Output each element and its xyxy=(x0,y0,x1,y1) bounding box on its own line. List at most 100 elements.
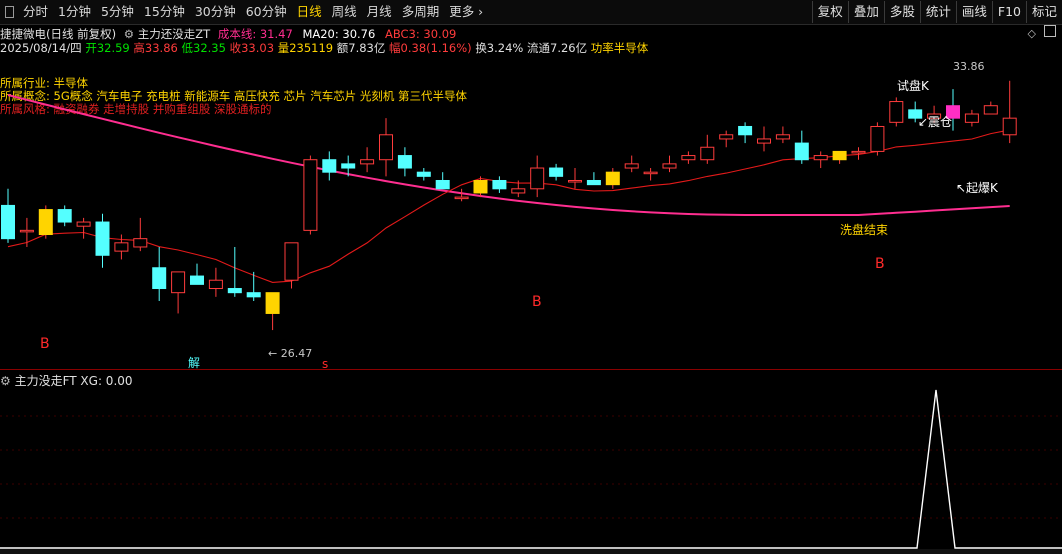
candle-28 xyxy=(530,155,545,198)
toolbar-button-3[interactable]: 统计 xyxy=(919,1,956,23)
period-tab-2[interactable]: 5分钟 xyxy=(96,0,139,24)
toolbar-button-6[interactable]: 标记 xyxy=(1025,1,1062,23)
candle-body xyxy=(681,155,696,161)
candle-29 xyxy=(549,163,564,181)
candle-body xyxy=(1002,117,1017,136)
period-toolbar: 分时 1分钟 5分钟 15分钟 30分钟 60分钟 日线 周线 月线 多周期 更多 › 复权 叠加 多股… xyxy=(0,0,1062,25)
indicator-name[interactable]: 主力还没走ZT xyxy=(138,27,210,41)
period-tab-6[interactable]: 日线 xyxy=(292,0,327,24)
candle-body xyxy=(322,159,337,173)
quote-sector[interactable]: 功率半导体 xyxy=(591,41,649,55)
b-marker-2: B xyxy=(532,294,542,310)
ma20-line xyxy=(7,129,1010,283)
period-tab-7[interactable]: 周线 xyxy=(327,0,362,24)
chart-header: 捷捷微电(日线 前复权) ⚙ 主力还没走ZT 成本线: 31.47 MA20: … xyxy=(0,26,457,41)
qibao-label: ↖起爆K xyxy=(956,181,999,195)
candle-22 xyxy=(416,168,431,181)
candle-39 xyxy=(738,122,753,144)
candle-53 xyxy=(1002,80,1017,144)
candle-body xyxy=(946,105,960,119)
candle-body xyxy=(889,101,904,123)
candle-body xyxy=(303,159,318,231)
shipan-label: 试盘K xyxy=(897,78,930,93)
candle-12 xyxy=(227,246,242,297)
candle-3 xyxy=(57,205,72,227)
candle-body xyxy=(360,159,375,165)
candle-9 xyxy=(171,271,186,314)
toolbar-button-2[interactable]: 多股 xyxy=(883,1,920,23)
ma20-value: MA20: 30.76 xyxy=(302,27,376,41)
candle-26 xyxy=(492,176,507,193)
candle-body xyxy=(927,113,942,119)
candle-45 xyxy=(851,147,866,160)
candles xyxy=(1,80,1017,331)
diamond-icon[interactable]: ◇ xyxy=(1028,27,1036,40)
candle-5 xyxy=(95,213,110,268)
candle-40 xyxy=(757,126,771,152)
candle-body xyxy=(473,179,488,194)
period-tab-8[interactable]: 月线 xyxy=(362,0,397,24)
maximize-icon[interactable] xyxy=(1044,25,1056,37)
period-tab-0[interactable]: 分时 xyxy=(18,0,53,24)
candle-19 xyxy=(360,147,375,173)
candle-25 xyxy=(473,176,488,198)
abc3-value: ABC3: 30.09 xyxy=(384,27,457,41)
kline-chart[interactable]: BBB解 s← 26.4733.86试盘K↙震仓↖起爆K洗盘结束 xyxy=(0,0,1062,372)
candle-body xyxy=(379,134,393,161)
quote-open: 开32.59 xyxy=(85,41,130,55)
candle-body xyxy=(19,229,34,233)
xg-signal-line xyxy=(0,389,1062,549)
candle-body xyxy=(549,167,564,177)
quote-close: 收33.03 xyxy=(229,41,275,55)
candle-27 xyxy=(511,180,526,198)
period-tab-1[interactable]: 1分钟 xyxy=(53,0,96,24)
candle-10 xyxy=(190,263,204,285)
candle-body xyxy=(719,134,734,140)
candle-16 xyxy=(303,155,318,235)
period-tab-10[interactable]: 更多 › xyxy=(444,0,488,24)
candle-13 xyxy=(246,271,261,301)
gear-icon[interactable]: ⚙ xyxy=(124,27,134,41)
candle-17 xyxy=(322,151,337,181)
candle-43 xyxy=(813,151,828,169)
candle-4 xyxy=(76,217,91,239)
quote-amount: 额7.83亿 xyxy=(336,41,386,55)
panel-toggle-icon[interactable] xyxy=(0,0,18,24)
period-tabs: 分时 1分钟 5分钟 15分钟 30分钟 60分钟 日线 周线 月线 多周期 更多 › xyxy=(0,0,488,24)
candle-body xyxy=(454,196,469,200)
candle-15 xyxy=(284,242,299,289)
period-tab-3[interactable]: 15分钟 xyxy=(139,0,190,24)
candle-body xyxy=(133,238,148,248)
candle-body xyxy=(416,171,431,177)
toolbar-button-5[interactable]: F10 xyxy=(991,1,1026,23)
lower-indicator-chart xyxy=(0,389,1062,549)
quote-float-mv: 流通7.26亿 xyxy=(527,41,588,55)
period-tab-4[interactable]: 30分钟 xyxy=(190,0,241,24)
quote-low: 低32.35 xyxy=(181,41,226,55)
cost-line-value: 成本线: 31.47 xyxy=(217,27,293,41)
candle-body xyxy=(586,179,601,186)
period-tab-9[interactable]: 多周期 xyxy=(397,0,445,24)
candle-21 xyxy=(397,147,412,177)
candle-body xyxy=(76,221,91,227)
stock-name[interactable]: 捷捷微电 xyxy=(0,27,46,41)
candle-body xyxy=(643,171,658,175)
quote-line: 2025/08/14/四 开32.59 高33.86 低32.35 收33.03… xyxy=(0,40,649,55)
toolbar-button-1[interactable]: 叠加 xyxy=(847,1,884,23)
candle-body xyxy=(190,275,204,285)
candle-body xyxy=(964,113,979,123)
candle-32 xyxy=(605,168,620,189)
period-tab-5[interactable]: 60分钟 xyxy=(241,0,292,24)
candle-6 xyxy=(114,234,129,260)
toolbar-right-buttons: 复权 叠加 多股 统计 画线 F10 标记 xyxy=(811,0,1062,24)
candle-body xyxy=(511,188,526,194)
candle-30 xyxy=(568,168,582,189)
candle-body xyxy=(208,279,223,290)
candle-36 xyxy=(681,151,696,164)
quote-high: 高33.86 xyxy=(133,41,178,55)
candle-49 xyxy=(927,105,942,123)
toolbar-button-0[interactable]: 复权 xyxy=(811,1,848,23)
xipan-label: 洗盘结束 xyxy=(840,222,888,237)
candle-body xyxy=(435,179,450,190)
toolbar-button-4[interactable]: 画线 xyxy=(955,1,992,23)
